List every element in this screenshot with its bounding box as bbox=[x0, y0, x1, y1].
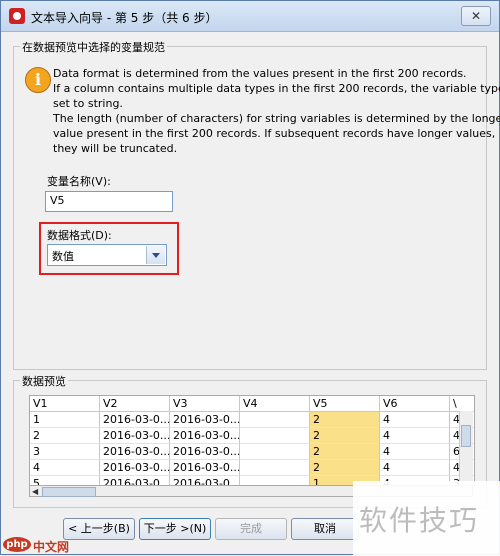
table-cell: 2016-03-0... bbox=[170, 460, 240, 476]
vertical-scroll-thumb[interactable] bbox=[461, 425, 471, 447]
table-cell: 4 bbox=[380, 444, 450, 460]
table-cell: 2 bbox=[30, 428, 100, 444]
table-cell-selected: 2 bbox=[310, 412, 380, 428]
column-header[interactable]: V3 bbox=[170, 396, 240, 412]
info-text-line: The length (number of characters) for st… bbox=[53, 112, 500, 125]
variable-name-label: 变量名称(V): bbox=[47, 175, 111, 188]
info-text-line: Data format is determined from the value… bbox=[53, 67, 467, 80]
chevron-down-icon[interactable] bbox=[146, 246, 165, 264]
data-format-label: 数据格式(D): bbox=[47, 229, 112, 242]
cancel-button[interactable]: 取消 bbox=[291, 518, 359, 540]
table-cell: 1 bbox=[30, 412, 100, 428]
data-format-select[interactable]: 数值 bbox=[47, 244, 167, 266]
php-logo: php bbox=[3, 537, 31, 552]
table-cell: 3 bbox=[30, 444, 100, 460]
info-text-line: If a column contains multiple data types… bbox=[53, 82, 500, 95]
close-button[interactable]: ✕ bbox=[461, 6, 491, 26]
table-cell bbox=[240, 460, 310, 476]
column-header[interactable]: V2 bbox=[100, 396, 170, 412]
column-header[interactable]: V1 bbox=[30, 396, 100, 412]
variable-name-input[interactable]: V5 bbox=[45, 191, 173, 212]
table-cell: 4 bbox=[30, 460, 100, 476]
table-cell: 4 bbox=[380, 460, 450, 476]
column-header-selected[interactable]: V5 bbox=[310, 396, 380, 412]
table-cell: 2016-03-0... bbox=[170, 444, 240, 460]
table-cell: 4 bbox=[380, 428, 450, 444]
column-header[interactable]: V6 bbox=[380, 396, 450, 412]
data-format-value: 数值 bbox=[52, 250, 74, 263]
data-preview-grid[interactable]: V1 V2 V3 V4 V5 V6 \ 1 2016-03-0... 2016-… bbox=[29, 395, 475, 487]
table-cell bbox=[240, 444, 310, 460]
column-header[interactable]: \ bbox=[450, 396, 474, 412]
table-cell: 4 bbox=[380, 412, 450, 428]
table-cell: 2016-03-0... bbox=[170, 428, 240, 444]
php-site-text: 中文网 bbox=[33, 540, 70, 554]
watermark-text: 软件技巧 bbox=[359, 504, 480, 537]
data-preview-legend: 数据预览 bbox=[20, 373, 68, 389]
table-cell-selected: 2 bbox=[310, 460, 380, 476]
preview-vertical-scrollbar[interactable] bbox=[459, 411, 473, 485]
variable-spec-legend: 在数据预览中选择的变量规范 bbox=[20, 39, 167, 55]
column-header[interactable]: V4 bbox=[240, 396, 310, 412]
horizontal-scroll-thumb[interactable] bbox=[42, 487, 96, 497]
back-button[interactable]: < 上一步(B) bbox=[63, 518, 135, 540]
info-text-line: set to string. bbox=[53, 97, 123, 110]
finish-button[interactable]: 完成 bbox=[215, 518, 287, 540]
next-button[interactable]: 下一步 >(N) bbox=[139, 518, 211, 540]
table-cell: 2016-03-0... bbox=[100, 460, 170, 476]
table-cell bbox=[240, 428, 310, 444]
table-cell: 2016-03-0... bbox=[100, 428, 170, 444]
table-cell-selected: 2 bbox=[310, 428, 380, 444]
info-icon: i bbox=[25, 67, 51, 93]
table-cell: 2016-03-0... bbox=[100, 444, 170, 460]
text-import-wizard-window: 文本导入向导 - 第 5 步（共 6 步） ✕ 在数据预览中选择的变量规范 i … bbox=[0, 0, 500, 556]
info-text-line: value present in the first 200 records. … bbox=[53, 127, 496, 140]
scroll-left-arrow-icon[interactable]: ◀ bbox=[32, 487, 38, 496]
spss-app-icon bbox=[9, 8, 25, 24]
table-cell: 2016-03-0... bbox=[170, 412, 240, 428]
window-title: 文本导入向导 - 第 5 步（共 6 步） bbox=[31, 11, 218, 25]
table-cell bbox=[240, 412, 310, 428]
table-cell: 2016-03-0... bbox=[100, 412, 170, 428]
info-text-line: they will be truncated. bbox=[53, 142, 178, 155]
title-bar: 文本导入向导 - 第 5 步（共 6 步） ✕ bbox=[1, 1, 499, 32]
table-cell-selected: 2 bbox=[310, 444, 380, 460]
